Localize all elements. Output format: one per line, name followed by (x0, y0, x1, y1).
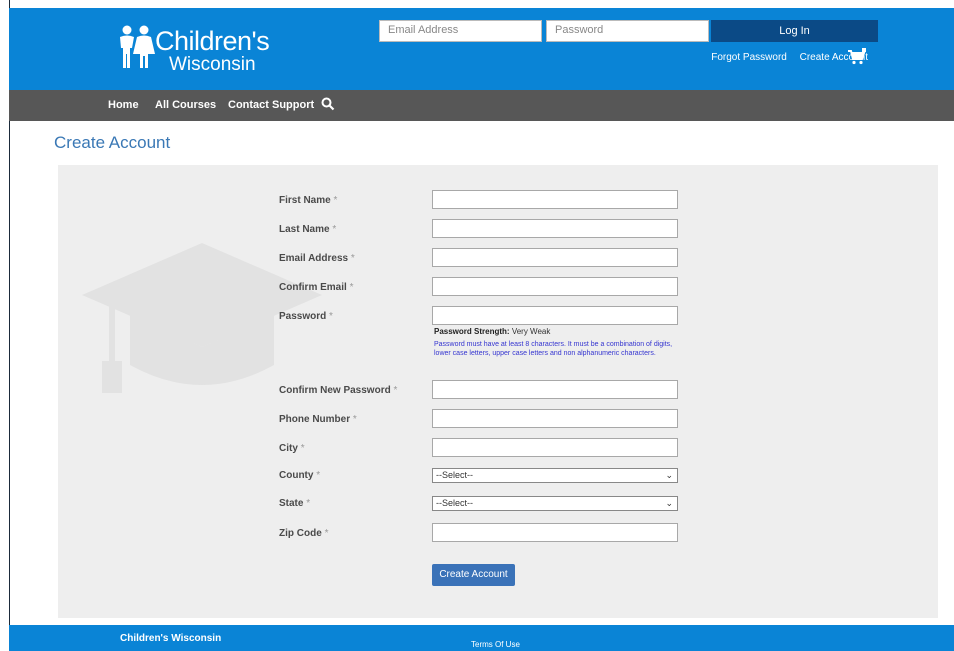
confirm-password-label: Confirm New Password * (279, 385, 398, 396)
phone-input[interactable] (432, 409, 678, 428)
site-footer: Children's Wisconsin Terms Of Use (9, 625, 954, 651)
nav-contact-support[interactable]: Contact Support (228, 99, 314, 111)
create-account-panel: First Name * Last Name * Email Address *… (58, 165, 938, 618)
county-label: County * (279, 470, 321, 481)
logo-children-icon (120, 25, 155, 68)
login-button[interactable]: Log In (711, 20, 878, 42)
password-input[interactable] (432, 306, 678, 325)
first-name-label: First Name * (279, 195, 338, 206)
chevron-down-icon: ⌄ (665, 498, 673, 508)
forgot-password-link[interactable]: Forgot Password (711, 52, 787, 63)
confirm-password-input[interactable] (432, 380, 678, 399)
nav-home[interactable]: Home (108, 99, 139, 111)
email-label: Email Address * (279, 253, 355, 264)
state-select[interactable]: --Select-- ⌄ (432, 496, 678, 511)
site-header: Children's Wisconsin Email Address Passw… (9, 8, 954, 90)
logo-line2: Wisconsin (169, 54, 256, 75)
first-name-input[interactable] (432, 190, 678, 209)
zip-label: Zip Code * (279, 528, 329, 539)
header-links: Forgot Password Create Account (701, 52, 868, 63)
email-input[interactable] (432, 248, 678, 267)
zip-input[interactable] (432, 523, 678, 542)
state-label: State * (279, 498, 311, 509)
county-select[interactable]: --Select-- ⌄ (432, 468, 678, 483)
page-title: Create Account (54, 133, 171, 152)
password-strength: Password Strength: Very Weak (434, 327, 551, 336)
main-nav: Home All Courses Contact Support (9, 90, 954, 121)
site-logo[interactable]: Children's Wisconsin (117, 20, 277, 80)
confirm-email-input[interactable] (432, 277, 678, 296)
password-requirements-note: Password must have at least 8 characters… (434, 341, 673, 357)
terms-of-use-link[interactable]: Terms Of Use (471, 640, 520, 649)
cart-icon[interactable] (847, 48, 867, 66)
last-name-input[interactable] (432, 219, 678, 238)
logo-line1: Children's (155, 26, 270, 56)
login-password-input[interactable]: Password (546, 20, 709, 42)
city-input[interactable] (432, 438, 678, 457)
create-account-button[interactable]: Create Account (432, 564, 515, 586)
confirm-email-label: Confirm Email * (279, 282, 354, 293)
password-label: Password * (279, 311, 333, 322)
phone-label: Phone Number * (279, 414, 357, 425)
nav-all-courses[interactable]: All Courses (155, 99, 216, 111)
search-icon[interactable] (321, 97, 335, 111)
city-label: City * (279, 443, 305, 454)
chevron-down-icon: ⌄ (665, 470, 673, 480)
last-name-label: Last Name * (279, 224, 337, 235)
footer-brand: Children's Wisconsin (120, 633, 222, 644)
login-email-input[interactable]: Email Address (379, 20, 542, 42)
